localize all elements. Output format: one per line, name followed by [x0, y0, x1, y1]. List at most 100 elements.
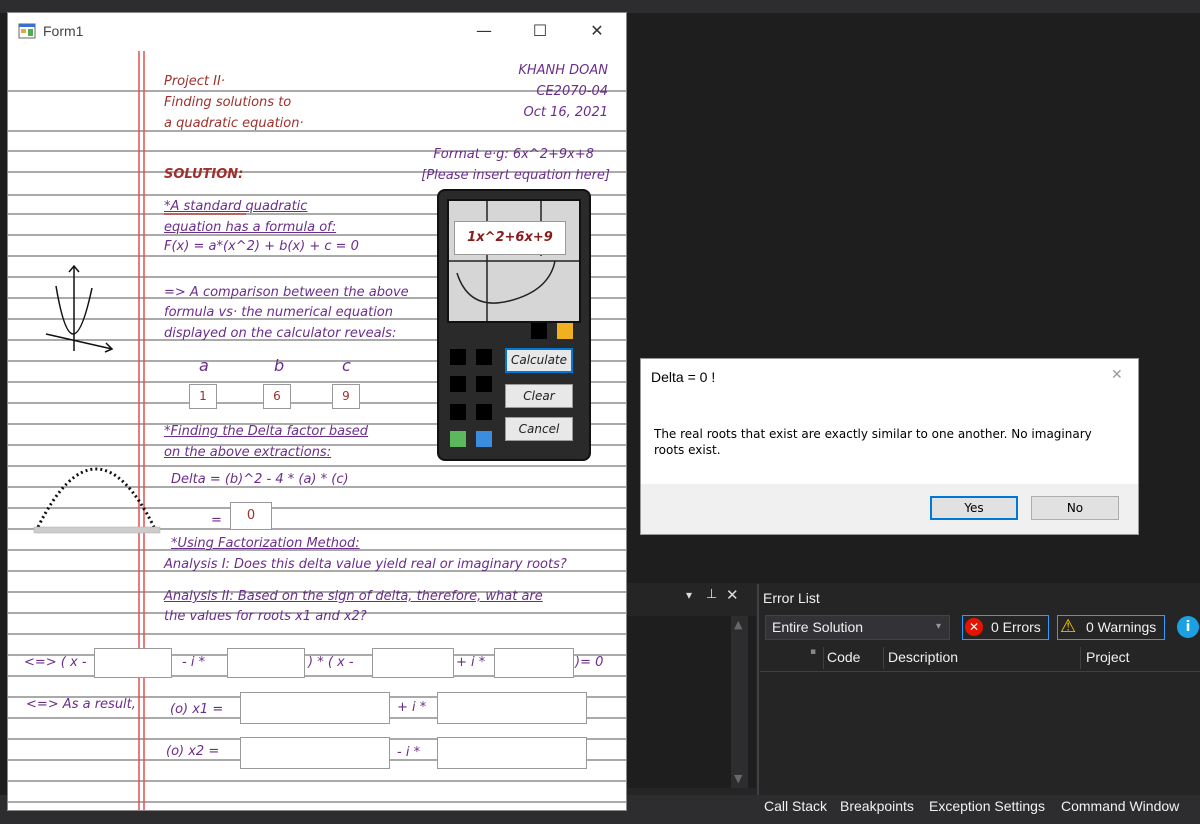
- error-list-header: ▪ Code Description Project: [760, 645, 1200, 672]
- info-icon[interactable]: i: [1177, 616, 1199, 638]
- solution-heading: SOLUTION:: [164, 167, 244, 182]
- dialog-close-icon[interactable]: ✕: [1111, 367, 1123, 383]
- warnings-count: 0 Warnings: [1086, 619, 1157, 635]
- close-window-icon[interactable]: ✕: [583, 20, 611, 42]
- comparison-line3: displayed on the calculator reveals:: [164, 326, 397, 341]
- cancel-button[interactable]: Cancel: [505, 417, 573, 441]
- x2-operator: - i *: [397, 745, 421, 760]
- x2-real-field[interactable]: [240, 737, 390, 769]
- error-list-title: Error List: [763, 590, 820, 606]
- tab-exception-settings[interactable]: Exception Settings: [929, 798, 1045, 814]
- analysis-2-line1: Analysis II: Based on the sign of delta,…: [164, 589, 543, 604]
- x2-label: (o) x2 =: [166, 744, 220, 759]
- x1-real-field[interactable]: [240, 692, 390, 724]
- coef-label-b: b: [274, 356, 285, 375]
- maximize-icon[interactable]: ☐: [526, 20, 554, 42]
- delta-intro-line2: on the above extractions:: [164, 445, 332, 460]
- yes-button[interactable]: Yes: [930, 496, 1018, 520]
- screen-graph: [449, 201, 579, 321]
- standard-line1: *A standard quadratic: [164, 199, 308, 214]
- tab-command-window[interactable]: Command Window: [1061, 798, 1179, 814]
- chevron-down-icon: ▾: [936, 621, 942, 632]
- date-label: Oct 16, 2021: [523, 105, 609, 120]
- panel-splitter[interactable]: [757, 584, 759, 795]
- comparison-line2: formula vs· the numerical equation: [164, 305, 393, 320]
- pin-icon[interactable]: ⊥: [706, 587, 717, 602]
- scope-dropdown[interactable]: Entire Solution ▾: [765, 615, 950, 640]
- column-code[interactable]: Code: [827, 649, 860, 665]
- calc-key: [557, 323, 573, 339]
- coef-label-c: c: [342, 356, 351, 375]
- notebook-paper: Project II· Finding solutions to a quadr…: [8, 51, 626, 810]
- factor-prefix: <=> ( x -: [24, 655, 87, 670]
- factor-end: )= 0: [575, 655, 604, 670]
- warnings-filter-button[interactable]: ⚠ 0 Warnings: [1057, 615, 1165, 640]
- calc-key: [450, 404, 466, 420]
- factor-minus-i: - i *: [182, 655, 206, 670]
- calc-key: [476, 349, 492, 365]
- x1-operator: + i *: [397, 700, 427, 715]
- calc-key: [450, 349, 466, 365]
- calc-key: [476, 404, 492, 420]
- standard-line2: equation has a formula of:: [164, 220, 337, 235]
- delta-intro-line1: *Finding the Delta factor based: [164, 424, 369, 439]
- project-title-line3: a quadratic equation·: [164, 116, 304, 131]
- x1-imag-field[interactable]: [437, 692, 587, 724]
- minimize-icon[interactable]: —: [470, 20, 498, 42]
- vertical-scrollbar[interactable]: ▲ ▼: [731, 616, 748, 788]
- column-divider[interactable]: [883, 647, 884, 669]
- coef-c-field[interactable]: 9: [332, 384, 360, 409]
- format-hint: Format e·g: 6x^2+9x+8: [433, 147, 594, 162]
- project-title-line1: Project II·: [164, 74, 225, 89]
- error-icon: ✕: [965, 618, 983, 636]
- comparison-line1: => A comparison between the above: [164, 285, 409, 300]
- calc-key: [476, 431, 492, 447]
- dialog-message: The real roots that exist are exactly si…: [654, 427, 1092, 457]
- factor-real-1-field[interactable]: [94, 648, 172, 678]
- factor-mid: ) * ( x -: [308, 655, 354, 670]
- coef-label-a: a: [199, 356, 209, 375]
- tab-breakpoints[interactable]: Breakpoints: [840, 798, 914, 814]
- close-icon[interactable]: ✕: [726, 586, 739, 604]
- no-button[interactable]: No: [1031, 496, 1119, 520]
- column-description[interactable]: Description: [888, 649, 958, 665]
- calc-key: [531, 323, 547, 339]
- calc-key: [450, 431, 466, 447]
- analysis-1: Analysis I: Does this delta value yield …: [164, 557, 567, 572]
- calculate-button[interactable]: Calculate: [505, 348, 573, 373]
- factor-real-2-field[interactable]: [372, 648, 454, 678]
- dropdown-arrow-icon[interactable]: ▾: [686, 588, 692, 602]
- delta-value-field[interactable]: 0: [230, 502, 272, 530]
- scroll-down-icon[interactable]: ▼: [734, 772, 742, 785]
- calculator-screen: [447, 199, 581, 323]
- errors-filter-button[interactable]: ✕ 0 Errors: [962, 615, 1049, 640]
- coef-b-field[interactable]: 6: [263, 384, 291, 409]
- column-divider[interactable]: [823, 647, 824, 669]
- tab-call-stack[interactable]: Call Stack: [764, 798, 827, 814]
- project-title-line2: Finding solutions to: [164, 95, 292, 110]
- calc-key: [450, 376, 466, 392]
- course-code: CE2070-04: [536, 84, 608, 99]
- scroll-up-icon[interactable]: ▲: [734, 618, 742, 631]
- equation-input[interactable]: 1x^2+6x+9: [454, 221, 566, 255]
- scope-dropdown-value: Entire Solution: [772, 619, 864, 635]
- warning-icon: ⚠: [1060, 616, 1077, 637]
- delta-equals: =: [211, 513, 222, 528]
- column-project[interactable]: Project: [1086, 649, 1130, 665]
- form-title: Form1: [43, 23, 84, 39]
- result-label: <=> As a result,: [26, 697, 136, 712]
- x2-imag-field[interactable]: [437, 737, 587, 769]
- x1-label: (o) x1 =: [170, 702, 224, 717]
- factor-plus-i: + i *: [456, 655, 486, 670]
- clear-button[interactable]: Clear: [505, 384, 573, 408]
- factorization-label: *Using Factorization Method:: [171, 536, 360, 551]
- sort-icon: ▪: [810, 647, 817, 657]
- errors-count: 0 Errors: [991, 619, 1041, 635]
- ide-top-strip: [0, 0, 1200, 13]
- factor-imag-1-field[interactable]: [227, 648, 305, 678]
- analysis-2-line2: the values for roots x1 and x2?: [164, 609, 367, 624]
- column-divider[interactable]: [1080, 647, 1081, 669]
- author-name: KHANH DOAN: [518, 63, 608, 78]
- coef-a-field[interactable]: 1: [189, 384, 217, 409]
- factor-imag-2-field[interactable]: [494, 648, 574, 678]
